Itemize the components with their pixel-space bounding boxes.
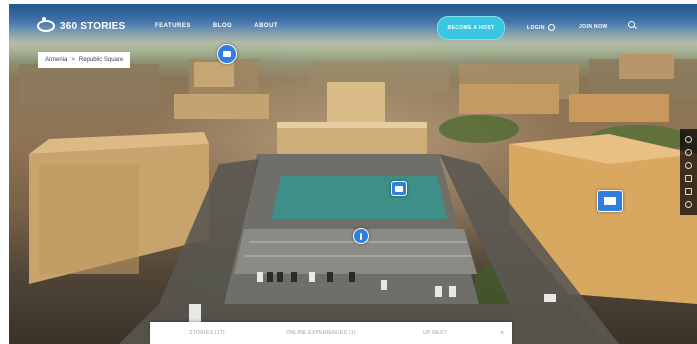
tab-up-next[interactable]: UP NEXT bbox=[378, 330, 492, 336]
info-icon[interactable] bbox=[685, 149, 692, 156]
join-now-label: JOIN NOW bbox=[579, 24, 608, 30]
camera-icon bbox=[604, 197, 616, 205]
breadcrumb-parent[interactable]: Armenia bbox=[45, 57, 67, 63]
login-label: LOGIN bbox=[527, 24, 545, 31]
share-icon[interactable] bbox=[685, 136, 692, 143]
nav-link-about[interactable]: ABOUT bbox=[254, 23, 278, 29]
camera-icon bbox=[395, 185, 403, 192]
login-button[interactable]: LOGIN bbox=[527, 24, 555, 31]
nav-link-features[interactable]: FEATURES bbox=[155, 23, 191, 29]
tab-online-experiences[interactable]: ONLINE EXPERIENCES (1) bbox=[264, 330, 378, 336]
panorama-hotspot-top[interactable] bbox=[217, 44, 237, 64]
location-icon[interactable] bbox=[685, 162, 692, 169]
nav-link-blog[interactable]: BLOG bbox=[213, 23, 232, 29]
user-icon bbox=[547, 24, 555, 31]
tab-stories[interactable]: STORIES (17) bbox=[150, 330, 264, 336]
breadcrumb-separator: > bbox=[71, 57, 75, 63]
search-icon[interactable] bbox=[628, 21, 635, 28]
story-pin-hotspot[interactable] bbox=[353, 228, 369, 244]
nav-links: FEATURES BLOG ABOUT bbox=[155, 23, 278, 29]
logo-mark-icon bbox=[37, 17, 55, 32]
breadcrumb: Armenia > Republic Square bbox=[38, 52, 131, 68]
panorama-hotspot-plaza[interactable] bbox=[391, 181, 407, 196]
pin-icon bbox=[360, 232, 362, 240]
site-logo[interactable]: 360 STORIES bbox=[37, 17, 126, 32]
camera-icon bbox=[223, 51, 231, 57]
map-icon[interactable] bbox=[685, 175, 692, 182]
panorama-viewer[interactable]: 360 STORIES FEATURES BLOG ABOUT BECOME A… bbox=[9, 4, 697, 344]
fullscreen-icon[interactable] bbox=[685, 188, 692, 195]
compass-icon[interactable] bbox=[685, 201, 692, 208]
top-navigation-bar: 360 STORIES FEATURES BLOG ABOUT BECOME A… bbox=[9, 4, 697, 44]
logo-text: 360 STORIES bbox=[60, 20, 126, 32]
panorama-hotspot-right[interactable] bbox=[597, 190, 623, 212]
bottom-stories-bar: STORIES (17) ONLINE EXPERIENCES (1) UP N… bbox=[150, 322, 512, 344]
join-now-button[interactable]: JOIN NOW bbox=[579, 24, 607, 30]
close-icon[interactable]: × bbox=[492, 330, 512, 337]
become-a-host-button[interactable]: BECOME A HOST bbox=[437, 16, 505, 40]
viewer-tool-sidebar bbox=[680, 129, 697, 215]
breadcrumb-current: Republic Square bbox=[78, 57, 124, 63]
